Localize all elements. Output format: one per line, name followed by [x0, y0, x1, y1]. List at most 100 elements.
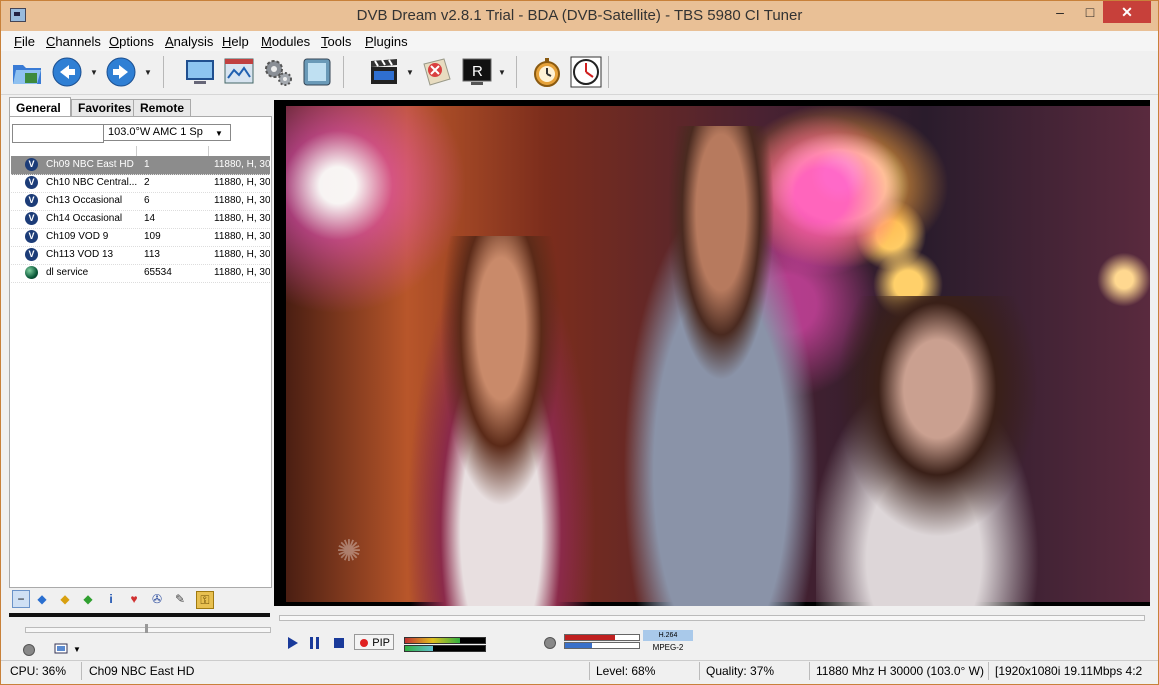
settings-gears-icon[interactable]	[262, 56, 294, 88]
column-divider[interactable]	[136, 146, 137, 156]
tv-channel-icon: V	[25, 194, 38, 207]
channel-row[interactable]: V Ch09 NBC East HD 1 11880, H, 30	[11, 156, 270, 175]
tv-channel-icon: V	[25, 230, 38, 243]
menu-channels[interactable]: Channels	[46, 34, 101, 49]
audio-codec-label: MPEG-2	[652, 643, 684, 652]
speaker-icon[interactable]	[23, 644, 35, 656]
display-mode-dropdown-icon[interactable]: ▼	[73, 645, 81, 654]
status-bar: CPU: 36% Ch09 NBC East HD Level: 68% Qua…	[1, 660, 1158, 683]
menu-options[interactable]: Options	[109, 34, 154, 49]
volume-slider[interactable]	[25, 627, 271, 633]
signal-level-bar	[564, 634, 640, 641]
title-bar: DVB Dream v2.8.1 Trial - BDA (DVB-Satell…	[1, 1, 1158, 31]
channel-frequency: 11880, H, 30	[214, 213, 270, 224]
toolbar: ▼ ▼ ▼ R ▼	[1, 52, 1158, 95]
channel-name: Ch14 Occasional	[46, 213, 123, 224]
refresh-diamond-icon[interactable]: ◆	[80, 591, 96, 607]
play-icon[interactable]	[288, 637, 298, 649]
back-dropdown-icon[interactable]: ▼	[90, 68, 98, 77]
stop-icon[interactable]	[334, 638, 344, 648]
signal-quality-fill	[565, 643, 592, 648]
menu-analysis[interactable]: Analysis	[165, 34, 213, 49]
back-icon[interactable]	[51, 56, 83, 88]
channel-row[interactable]: V Ch14 Occasional 14 11880, H, 30	[11, 210, 270, 229]
stop-record-icon[interactable]	[421, 56, 453, 88]
clock-icon[interactable]	[570, 56, 602, 88]
edit-list-icon[interactable]: ✎	[172, 591, 188, 607]
status-divider	[589, 662, 590, 680]
status-stream: [1920x1080i 19.11Mbps 4:2	[995, 664, 1143, 678]
seek-slider[interactable]	[279, 615, 1145, 621]
satellite-select[interactable]: 103.0°W AMC 1 Sp	[103, 124, 231, 141]
tv-channel-icon: V	[25, 248, 38, 261]
audio-level-meter-2	[404, 645, 486, 652]
status-divider	[699, 662, 700, 680]
menu-modules[interactable]: Modules	[261, 34, 310, 49]
video-codec-badge: H.264	[643, 630, 693, 641]
status-quality: Quality: 37%	[706, 664, 775, 678]
channel-number: 1	[144, 159, 150, 170]
toolbar-separator	[343, 56, 344, 88]
channel-frequency: 11880, H, 30	[214, 177, 270, 188]
signal-level-fill	[565, 635, 615, 640]
menu-help[interactable]: Help	[222, 34, 249, 49]
audio-level-fill	[405, 638, 460, 643]
forward-icon[interactable]	[105, 56, 137, 88]
clapperboard-icon[interactable]	[368, 56, 400, 88]
audio-level-fill-2	[405, 646, 433, 651]
clapperboard-dropdown-icon[interactable]: ▼	[406, 68, 414, 77]
signal-quality-bar	[564, 642, 640, 649]
snapshot-icon[interactable]	[301, 56, 333, 88]
key-icon[interactable]: ⚿	[196, 591, 214, 609]
audio-level-meter	[404, 637, 486, 644]
channel-row[interactable]: V Ch109 VOD 9 109 11880, H, 30	[11, 228, 270, 247]
monitor-icon[interactable]	[184, 56, 216, 88]
status-tuning: 11880 Mhz H 30000 (103.0° W)	[816, 664, 984, 678]
video-frame: ✺	[286, 106, 1150, 606]
status-divider	[81, 662, 82, 680]
status-divider	[809, 662, 810, 680]
maximize-button[interactable]: □	[1075, 1, 1105, 23]
menu-tools[interactable]: Tools	[321, 34, 351, 49]
volume-slider-thumb[interactable]	[145, 624, 148, 633]
collapse-icon[interactable]: −	[12, 590, 30, 608]
tab-general[interactable]: General	[9, 97, 71, 118]
pause-icon[interactable]	[310, 637, 313, 649]
video-display[interactable]: ✺	[274, 100, 1150, 606]
sort-diamond-icon[interactable]: ◆	[34, 591, 50, 607]
close-button[interactable]: ✕	[1103, 1, 1151, 23]
toolbar-separator	[163, 56, 164, 88]
record-r-icon[interactable]: R	[461, 56, 493, 88]
warning-diamond-icon[interactable]: ◆	[57, 591, 73, 607]
menu-bar: File Channels Options Analysis Help Modu…	[1, 31, 1158, 51]
info-icon[interactable]: i	[103, 591, 119, 607]
channel-frequency: 11880, H, 30	[214, 195, 270, 206]
toolbar-separator	[516, 56, 517, 88]
status-channel: Ch09 NBC East HD	[89, 664, 195, 678]
open-folder-icon[interactable]	[11, 56, 43, 88]
menu-plugins[interactable]: Plugins	[365, 34, 408, 49]
channel-list-pane: 103.0°W AMC 1 Sp ▼ V Ch09 NBC East HD 1 …	[9, 116, 272, 588]
record-dropdown-icon[interactable]: ▼	[498, 68, 506, 77]
tab-remote[interactable]: Remote	[133, 99, 191, 116]
timer-stopwatch-icon[interactable]	[531, 56, 563, 88]
display-mode-icon[interactable]	[54, 643, 68, 655]
channel-row[interactable]: V Ch13 Occasional 6 11880, H, 30	[11, 192, 270, 211]
forward-dropdown-icon[interactable]: ▼	[144, 68, 152, 77]
favorite-heart-icon[interactable]: ♥	[126, 591, 142, 607]
menu-file[interactable]: File	[14, 34, 35, 49]
minimize-button[interactable]: –	[1045, 1, 1075, 23]
tv-channel-icon: V	[25, 176, 38, 189]
channel-name: Ch10 NBC Central...	[46, 177, 138, 188]
channel-row[interactable]: V Ch10 NBC Central... 2 11880, H, 30	[11, 174, 270, 193]
channel-tools-bar: − ◆ ◆ ◆ i ♥ ✇ ✎ ⚿	[9, 588, 270, 610]
channel-row[interactable]: dl service 65534 11880, H, 30	[11, 264, 270, 283]
tab-favorites[interactable]: Favorites	[71, 99, 135, 116]
channel-row[interactable]: V Ch113 VOD 13 113 11880, H, 30	[11, 246, 270, 265]
chevron-down-icon[interactable]: ▼	[215, 129, 223, 138]
column-divider[interactable]	[208, 146, 209, 156]
channel-filter-input[interactable]	[12, 124, 104, 143]
pip-button[interactable]: PIP	[354, 634, 394, 650]
epg-icon[interactable]	[223, 56, 255, 88]
satellite-dish-icon[interactable]: ✇	[149, 591, 165, 607]
